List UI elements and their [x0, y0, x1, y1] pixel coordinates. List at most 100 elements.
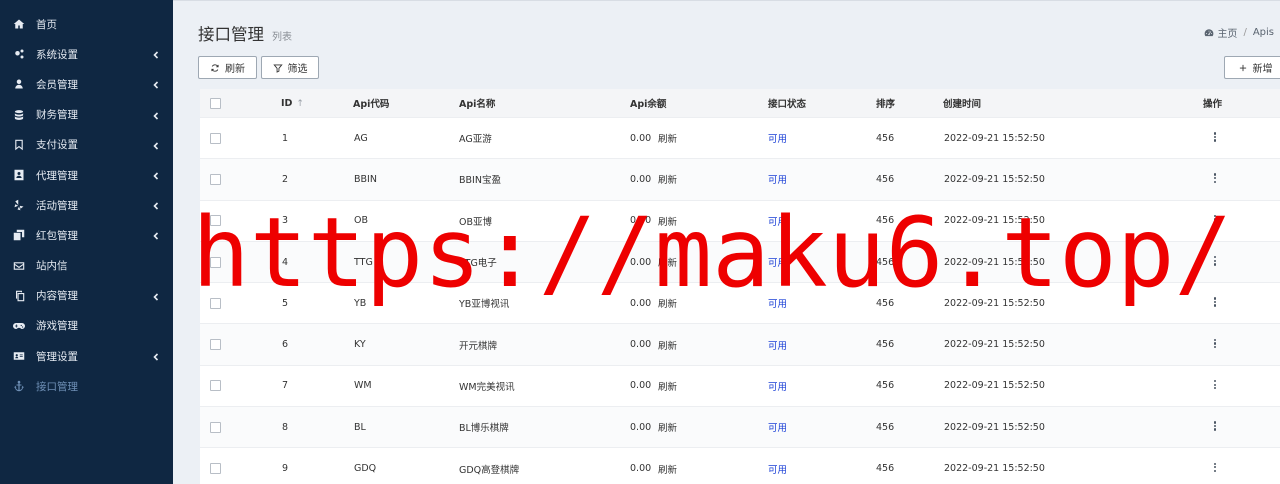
cell-created: 2022-09-21 15:52:50	[944, 215, 1045, 227]
cell-status: 可用	[768, 175, 788, 187]
more-actions-icon[interactable]	[1213, 379, 1217, 392]
sidebar-item-12[interactable]: 接口管理	[0, 371, 173, 401]
page-subtitle: 列表	[272, 32, 292, 43]
breadcrumb-home-link[interactable]: 主页	[1217, 25, 1237, 40]
row-checkbox[interactable]	[210, 173, 221, 185]
more-actions-icon[interactable]	[1213, 462, 1217, 475]
cell-status: 可用	[768, 134, 788, 146]
table-row: 1 AG AG亚游 0.00 可用 456 2022-09-21 15:52:50 刷新	[200, 117, 1280, 158]
envelope-icon	[12, 259, 26, 273]
sidebar-item-10[interactable]: 游戏管理	[0, 311, 173, 341]
table-row: 6 KY 开元棋牌 0.00 可用 456 2022-09-21 15:52:50 刷新	[200, 323, 1280, 365]
chevron-left-icon	[152, 171, 160, 180]
row-checkbox[interactable]	[210, 132, 221, 144]
select-all-checkbox[interactable]	[210, 98, 221, 109]
dashboard-icon	[1204, 28, 1214, 38]
column-header-id[interactable]: ID ↑	[281, 98, 304, 109]
cell-id: 7	[282, 380, 289, 392]
column-header-balance: Api余额	[630, 99, 667, 110]
cell-created: 2022-09-21 15:52:50	[944, 173, 1045, 185]
cell-balance: 0.00	[630, 463, 652, 475]
cell-id: 6	[282, 339, 289, 351]
page-title: 接口管理	[198, 25, 264, 44]
column-header-actions: 操作	[1203, 99, 1223, 110]
row-checkbox[interactable]	[210, 297, 221, 309]
main-content: 接口管理 列表 主页 / Apis 刷新 筛选 新增 ID ↑ Api代码 Api…	[173, 0, 1280, 484]
apis-table: ID ↑ Api代码 Api名称 Api余额 接口状态 排序 创建时间 操作 1 A…	[200, 89, 1280, 484]
balance-refresh-link[interactable]: 刷新	[658, 296, 677, 310]
cell-created: 2022-09-21 15:52:50	[944, 256, 1045, 268]
balance-refresh-link[interactable]: 刷新	[658, 462, 677, 476]
balance-refresh-link[interactable]: 刷新	[658, 338, 677, 352]
sidebar-item-label: 代理管理	[36, 169, 78, 182]
cell-code: TTG	[354, 256, 373, 268]
row-checkbox[interactable]	[210, 380, 221, 392]
cell-code: BL	[354, 421, 366, 433]
cell-balance: 0.00	[630, 132, 652, 144]
balance-refresh-link[interactable]: 刷新	[658, 379, 677, 393]
filter-button[interactable]: 筛选	[261, 56, 319, 79]
cell-balance: 0.00	[630, 297, 652, 309]
database-icon	[12, 108, 26, 122]
table-header: ID ↑ Api代码 Api名称 Api余额 接口状态 排序 创建时间 操作	[200, 89, 1280, 117]
add-button[interactable]: 新增	[1224, 56, 1280, 79]
row-checkbox[interactable]	[210, 215, 221, 227]
row-checkbox[interactable]	[210, 421, 221, 433]
sidebar-item-label: 支付设置	[36, 139, 78, 152]
sidebar-item-4[interactable]: 支付设置	[0, 130, 173, 160]
cell-created: 2022-09-21 15:52:50	[944, 132, 1045, 144]
cell-balance: 0.00	[630, 380, 652, 392]
sidebar-item-11[interactable]: 管理设置	[0, 341, 173, 371]
sidebar-item-8[interactable]: 站内信	[0, 251, 173, 281]
filter-button-label: 筛选	[287, 64, 308, 75]
sidebar-item-5[interactable]: 代理管理	[0, 160, 173, 190]
balance-refresh-link[interactable]: 刷新	[658, 172, 677, 186]
cell-created: 2022-09-21 15:52:50	[944, 463, 1045, 475]
chevron-left-icon	[152, 231, 160, 240]
cell-balance: 0.00	[630, 215, 652, 227]
add-button-label: 新增	[1252, 64, 1273, 75]
cell-name: BBIN宝盈	[459, 175, 501, 187]
filter-icon	[272, 63, 283, 73]
copy-icon	[12, 289, 26, 303]
cell-sort: 456	[876, 463, 895, 475]
cell-code: YB	[354, 297, 367, 309]
cell-status: 可用	[768, 299, 788, 311]
more-actions-icon[interactable]	[1213, 132, 1217, 144]
sidebar-item-9[interactable]: 内容管理	[0, 281, 173, 311]
sidebar-item-3[interactable]: 财务管理	[0, 100, 173, 130]
sidebar-item-7[interactable]: 红包管理	[0, 220, 173, 250]
cell-sort: 456	[876, 173, 895, 185]
sidebar-item-2[interactable]: 会员管理	[0, 69, 173, 99]
cell-created: 2022-09-21 15:52:50	[944, 339, 1045, 351]
sidebar-item-0[interactable]: 首页	[0, 9, 173, 39]
more-actions-icon[interactable]	[1213, 214, 1217, 227]
balance-refresh-link[interactable]: 刷新	[658, 255, 677, 269]
balance-refresh-link[interactable]: 刷新	[658, 214, 677, 228]
cell-name: GDQ高登棋牌	[459, 464, 520, 476]
sidebar-item-1[interactable]: 系统设置	[0, 39, 173, 69]
row-checkbox[interactable]	[210, 463, 221, 475]
sidebar-item-6[interactable]: 活动管理	[0, 190, 173, 220]
more-actions-icon[interactable]	[1213, 421, 1217, 433]
refresh-button[interactable]: 刷新	[198, 56, 257, 79]
row-checkbox[interactable]	[210, 256, 221, 268]
cell-balance: 0.00	[630, 173, 652, 185]
balance-refresh-link[interactable]: 刷新	[658, 131, 677, 145]
column-header-sort: 排序	[876, 99, 896, 110]
row-checkbox[interactable]	[210, 339, 221, 351]
sort-icon[interactable]: ↑	[296, 99, 304, 109]
cell-status: 可用	[768, 423, 788, 435]
more-actions-icon[interactable]	[1213, 173, 1217, 185]
chevron-left-icon	[152, 352, 160, 361]
cell-name: TTG电子	[459, 258, 497, 270]
more-actions-icon[interactable]	[1213, 297, 1217, 309]
balance-refresh-link[interactable]: 刷新	[658, 420, 677, 434]
cell-balance: 0.00	[630, 421, 652, 433]
more-actions-icon[interactable]	[1213, 338, 1217, 351]
user-icon	[12, 77, 26, 91]
cell-status: 可用	[768, 258, 788, 270]
cell-name: YB亚博视讯	[459, 299, 510, 311]
more-actions-icon[interactable]	[1213, 256, 1217, 268]
cell-id: 3	[282, 215, 289, 227]
